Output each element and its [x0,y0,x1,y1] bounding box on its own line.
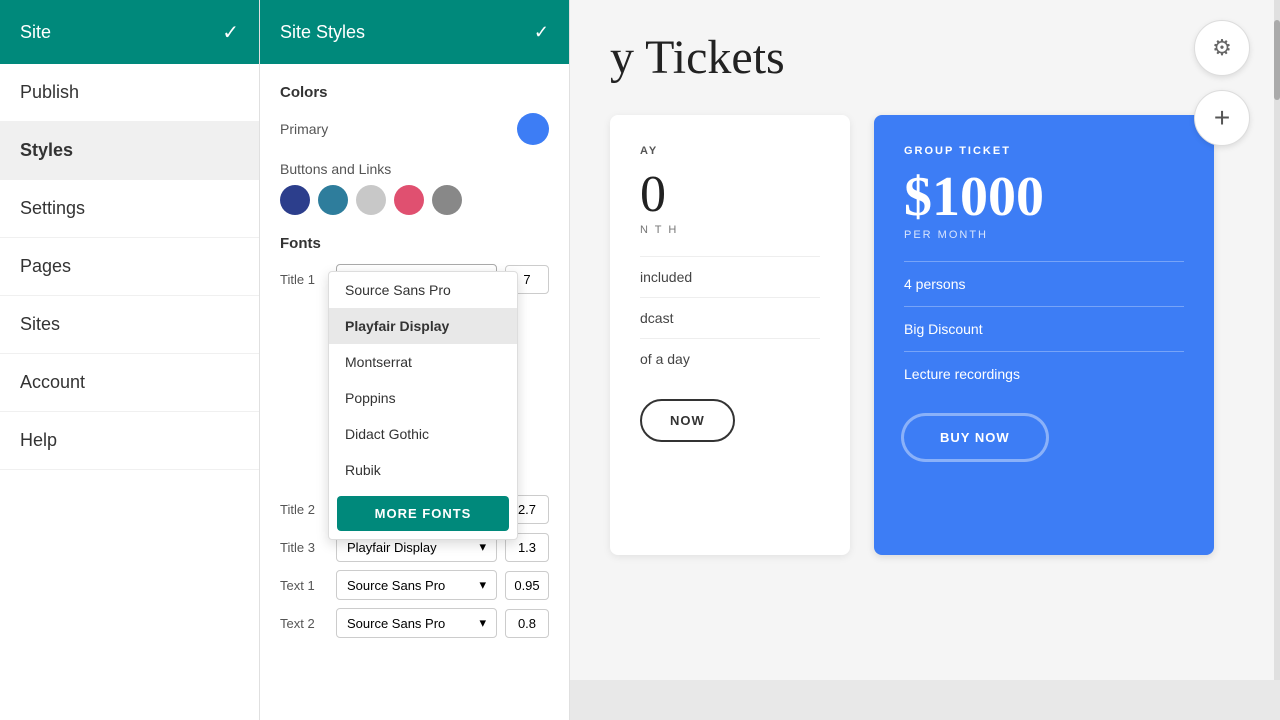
font-row-text2-label: Text 2 [280,616,328,631]
group-feature-1: 4 persons [904,261,1184,306]
colors-section-title: Colors [280,84,549,101]
swatch-teal[interactable] [318,185,348,215]
ticket-card-right: GROUP TICKET $1000 PER MONTH 4 persons B… [874,115,1214,555]
sidebar-item-sites[interactable]: Sites [0,296,259,354]
font-option-poppins[interactable]: Poppins [329,380,517,416]
font-row-text2: Text 2 Source Sans Pro ▾ [280,608,549,638]
styles-content: Colors Primary Buttons and Links Fonts T… [260,64,569,720]
scroll-thumb[interactable] [1274,20,1280,100]
left-card-price-value: 0 [640,166,666,223]
group-feature-3: Lecture recordings [904,351,1184,396]
sidebar-header: Site ✓ [0,0,259,64]
sidebar-item-styles[interactable]: Styles [0,122,259,180]
left-feature-3: of a day [640,338,820,379]
bottom-strip [570,680,1280,720]
more-fonts-button[interactable]: MORE FONTS [337,496,509,531]
sidebar-item-publish[interactable]: Publish [0,64,259,122]
font-select-text1-value: Source Sans Pro [347,578,445,593]
scrollbar[interactable] [1274,0,1280,720]
font-size-text2[interactable] [505,609,549,638]
font-select-title3-arrow: ▾ [479,539,486,555]
styles-panel: Site Styles ✓ Colors Primary Buttons and… [260,0,570,720]
font-select-title3-value: Playfair Display [347,540,437,555]
primary-label: Primary [280,121,328,137]
swatch-dark-blue[interactable] [280,185,310,215]
styles-panel-title: Site Styles [280,22,365,43]
sidebar-item-help[interactable]: Help [0,412,259,470]
plus-fab-button[interactable]: + [1194,90,1250,146]
group-buy-button[interactable]: BUY NOW [904,416,1046,459]
page-content: y Tickets AY 0 N T H included dcast of a… [570,0,1280,585]
swatch-light-gray[interactable] [356,185,386,215]
font-row-title1-label: Title 1 [280,272,328,287]
sidebar-item-pages[interactable]: Pages [0,238,259,296]
font-option-playfair-display[interactable]: Playfair Display [329,308,517,344]
styles-check-icon[interactable]: ✓ [534,22,549,43]
sidebar-item-account[interactable]: Account [0,354,259,412]
font-row-title3-label: Title 3 [280,540,328,555]
font-option-source-sans-pro[interactable]: Source Sans Pro [329,272,517,308]
group-ticket-per-month: PER MONTH [904,229,1184,241]
group-ticket-tag: GROUP TICKET [904,145,1184,157]
left-buy-button[interactable]: NOW [640,399,735,442]
left-feature-2: dcast [640,297,820,338]
left-card-features: included dcast of a day [640,256,820,379]
left-feature-1: included [640,256,820,297]
group-feature-2: Big Discount [904,306,1184,351]
group-ticket-price: $1000 [904,169,1184,225]
site-check-icon[interactable]: ✓ [222,20,239,45]
left-card-price: 0 [640,165,820,224]
fonts-section: Fonts Title 1 Playfair Display ▾ Source … [280,235,549,638]
font-row-text1: Text 1 Source Sans Pro ▾ [280,570,549,600]
tickets-area: AY 0 N T H included dcast of a day NOW G… [610,115,1240,555]
plus-icon: + [1214,102,1230,134]
left-card-tag: AY [640,145,820,157]
sidebar-item-settings[interactable]: Settings [0,180,259,238]
buttons-links-label: Buttons and Links [280,161,549,177]
font-select-text2-arrow: ▾ [479,615,486,631]
gear-fab-button[interactable]: ⚙ [1194,20,1250,76]
sidebar-nav: Publish Styles Settings Pages Sites Acco… [0,64,259,720]
primary-color-swatch[interactable] [517,113,549,145]
swatch-gray[interactable] [432,185,462,215]
font-select-text1[interactable]: Source Sans Pro ▾ [336,570,497,600]
font-option-rubik[interactable]: Rubik [329,452,517,488]
font-row-text1-label: Text 1 [280,578,328,593]
font-option-montserrat[interactable]: Montserrat [329,344,517,380]
fonts-section-title: Fonts [280,235,549,252]
font-option-didact-gothic[interactable]: Didact Gothic [329,416,517,452]
left-card-per-month: N T H [640,224,820,236]
font-row-title2-label: Title 2 [280,502,328,517]
site-label: Site [20,22,51,43]
font-size-text1[interactable] [505,571,549,600]
page-title: y Tickets [610,30,1240,85]
color-swatches [280,185,549,215]
sidebar: Site ✓ Publish Styles Settings Pages Sit… [0,0,260,720]
gear-icon: ⚙ [1212,35,1232,61]
font-select-text2-value: Source Sans Pro [347,616,445,631]
styles-panel-header: Site Styles ✓ [260,0,569,64]
main-content: y Tickets AY 0 N T H included dcast of a… [570,0,1280,720]
font-select-text1-arrow: ▾ [479,577,486,593]
font-select-text2[interactable]: Source Sans Pro ▾ [336,608,497,638]
primary-color-row: Primary [280,113,549,145]
font-dropdown: Source Sans Pro Playfair Display Montser… [328,271,518,540]
group-ticket-features: 4 persons Big Discount Lecture recording… [904,261,1184,396]
ticket-card-left: AY 0 N T H included dcast of a day NOW [610,115,850,555]
swatch-pink[interactable] [394,185,424,215]
